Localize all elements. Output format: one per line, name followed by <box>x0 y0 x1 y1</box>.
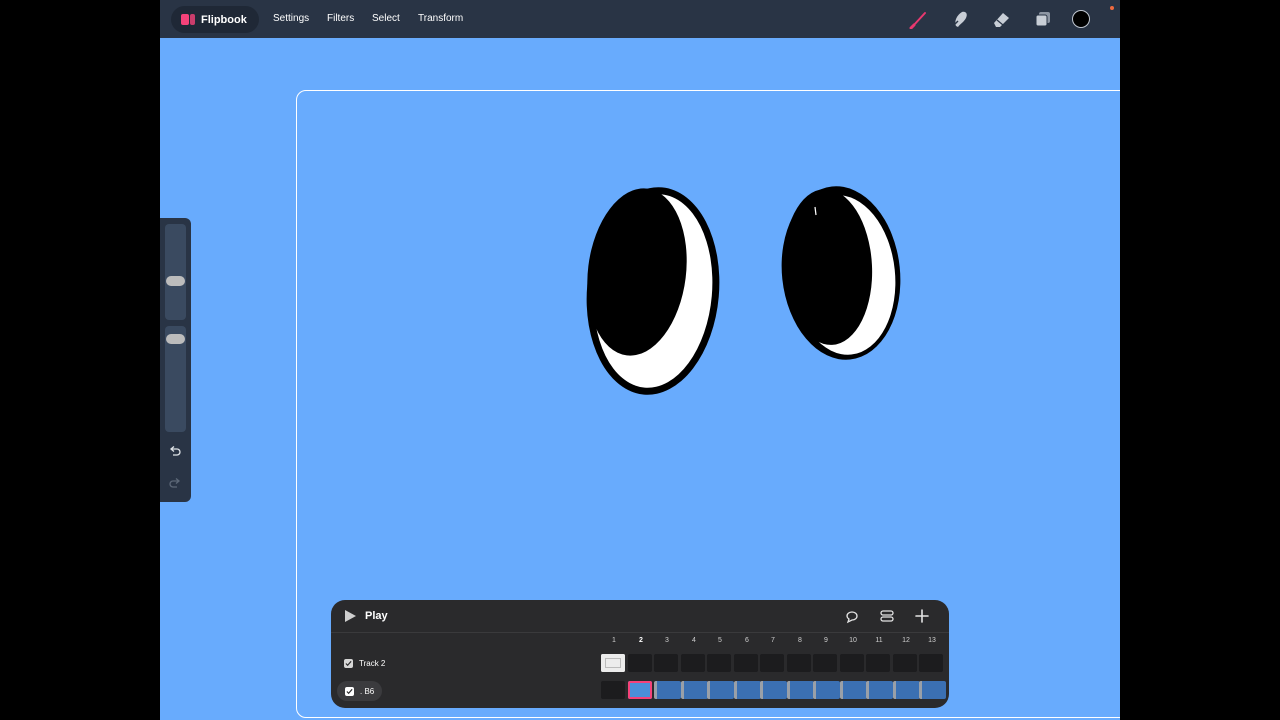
frame-number[interactable]: 3 <box>654 637 680 644</box>
frame-number[interactable]: 11 <box>866 637 892 644</box>
frame-number[interactable]: 1 <box>601 637 627 644</box>
frame-number[interactable]: 5 <box>707 637 733 644</box>
frame-cell-filled[interactable] <box>919 681 946 699</box>
frame-cell-filled[interactable] <box>760 681 787 699</box>
track-row-label-track-2[interactable]: Track 2 <box>344 654 385 672</box>
frame-cell[interactable] <box>893 654 917 672</box>
play-icon <box>345 610 356 622</box>
timeline-header: Play <box>331 600 949 633</box>
app-name: Flipbook <box>201 13 247 26</box>
right-eye <box>781 186 901 360</box>
frame-cell[interactable] <box>760 654 784 672</box>
brush-size-slider[interactable] <box>166 276 185 286</box>
frame-cell-filled[interactable] <box>893 681 920 699</box>
frame-cell-filled[interactable] <box>813 681 840 699</box>
frame-cell-drawing[interactable] <box>601 654 625 672</box>
brush-size-track[interactable] <box>165 224 186 320</box>
frame-cell[interactable] <box>601 681 625 699</box>
frame-number[interactable]: 4 <box>681 637 707 644</box>
frame-number[interactable]: 13 <box>919 637 945 644</box>
frame-cell-filled[interactable] <box>681 681 708 699</box>
brush-sliders-panel <box>160 218 191 502</box>
play-label: Play <box>365 610 388 622</box>
frame-cell-filled[interactable] <box>654 681 681 699</box>
redo-icon[interactable] <box>168 476 182 490</box>
frame-cell[interactable] <box>734 654 758 672</box>
frame-number[interactable]: 12 <box>893 637 919 644</box>
frame-cell[interactable] <box>628 654 652 672</box>
top-toolbar: Flipbook Settings Filters Select Transfo… <box>160 0 1120 38</box>
add-icon[interactable] <box>914 608 930 624</box>
frame-cell-filled[interactable] <box>840 681 867 699</box>
timeline-panel: Play 1 2 3 4 5 6 7 8 9 10 11 12 13 Track 2 <box>331 600 949 708</box>
frame-cell[interactable] <box>707 654 731 672</box>
frame-cell[interactable] <box>813 654 837 672</box>
menu-transform[interactable]: Transform <box>418 13 463 24</box>
frame-cell[interactable] <box>681 654 705 672</box>
frame-cell[interactable] <box>866 654 890 672</box>
onion-skin-icon[interactable] <box>844 608 860 624</box>
app-brand[interactable]: Flipbook <box>171 6 259 33</box>
smudge-icon[interactable] <box>949 9 971 29</box>
frame-cell-filled[interactable] <box>866 681 893 699</box>
color-swatch[interactable] <box>1072 10 1090 28</box>
frame-number[interactable]: 7 <box>760 637 786 644</box>
menu-filters[interactable]: Filters <box>327 13 354 24</box>
track-name: . B6 <box>360 686 375 696</box>
eraser-icon[interactable] <box>990 9 1012 29</box>
frame-number[interactable]: 6 <box>734 637 760 644</box>
notification-dot <box>1110 6 1114 10</box>
visibility-checkbox[interactable] <box>344 658 353 668</box>
frame-cell-filled[interactable] <box>707 681 734 699</box>
flipbook-logo-icon <box>181 14 195 25</box>
left-eye <box>586 187 720 395</box>
undo-icon[interactable] <box>168 444 182 458</box>
menu-settings[interactable]: Settings <box>273 13 309 24</box>
frame-cell[interactable] <box>919 654 943 672</box>
track-name: Track 2 <box>359 658 386 668</box>
menu-select[interactable]: Select <box>372 13 400 24</box>
track-row-label-b6[interactable]: . B6 <box>337 681 383 701</box>
brush-icon[interactable] <box>908 9 930 29</box>
frame-cell[interactable] <box>654 654 678 672</box>
frame-cell-filled[interactable] <box>734 681 761 699</box>
brush-opacity-slider[interactable] <box>166 334 185 344</box>
frame-cell[interactable] <box>840 654 864 672</box>
frame-number[interactable]: 8 <box>787 637 813 644</box>
frame-cell-filled[interactable] <box>787 681 814 699</box>
frame-cell[interactable] <box>787 654 811 672</box>
frame-number[interactable]: 10 <box>840 637 866 644</box>
frame-number[interactable]: 9 <box>813 637 839 644</box>
app-screen: Flipbook Settings Filters Select Transfo… <box>160 0 1120 720</box>
layers-icon[interactable] <box>1032 9 1054 29</box>
frame-number[interactable]: 2 <box>628 637 654 644</box>
visibility-checkbox[interactable] <box>345 686 354 696</box>
play-button[interactable]: Play <box>345 609 388 623</box>
track-list-icon[interactable] <box>879 608 895 624</box>
frame-cell-selected[interactable] <box>628 681 652 699</box>
